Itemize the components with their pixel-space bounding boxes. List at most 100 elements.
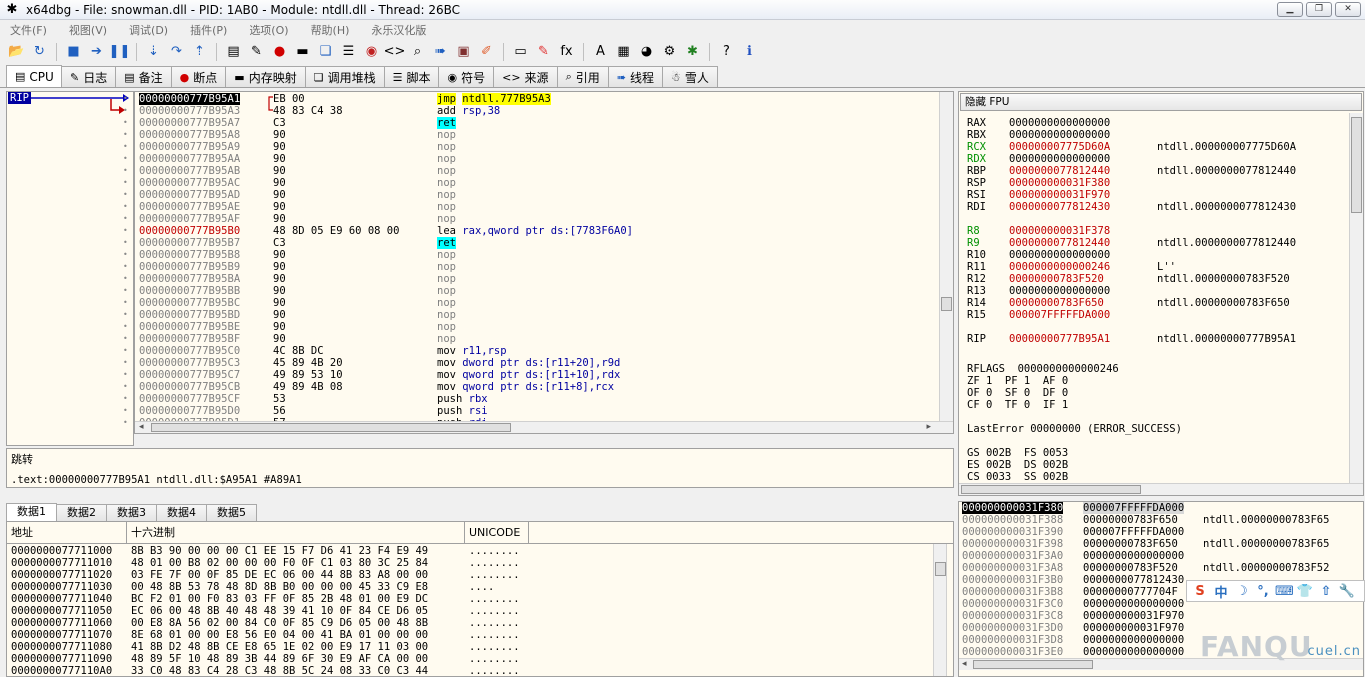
log-button[interactable]: ✎ (246, 41, 267, 62)
step-over-button[interactable]: ↷ (166, 41, 187, 62)
tab-9[interactable]: <> 来源 (493, 66, 558, 87)
settings-button[interactable]: ⚙ (659, 41, 680, 62)
disasm-hscroll-thumb[interactable] (151, 423, 511, 432)
open-button[interactable]: 📂 (6, 41, 27, 62)
disasm-row[interactable]: 00000000777B95BF 90 nop (135, 333, 953, 345)
tab-3[interactable]: ▤ 备注 (115, 66, 172, 87)
dump-row[interactable]: 0000000077711030 00 48 8B 53 78 48 8D 8B … (7, 581, 953, 593)
script-button[interactable]: ☰ (338, 41, 359, 62)
dump-tab-5[interactable]: 数据5 (206, 504, 257, 521)
disasm-row[interactable]: 00000000777B95CB 49 89 4B 08 mov qword ptr… (135, 381, 953, 393)
cpu-button[interactable]: ▤ (223, 41, 244, 62)
register-value[interactable]: 00000000783F520 (1009, 273, 1104, 285)
hide-fpu-button[interactable]: 隐藏 FPU (960, 93, 1362, 111)
tab-2[interactable]: ✎ 日志 (61, 66, 117, 87)
register-row[interactable]: RDX 0000000000000000 (959, 153, 1363, 165)
help-button[interactable]: ? (716, 41, 737, 62)
tab-10[interactable]: ⌕ 引用 (556, 66, 609, 87)
sogou-logo-icon[interactable]: S (1191, 584, 1209, 599)
disassembly-view[interactable]: 00000000777B95A1 EB 00 jmp ntdll.777B95A3 0… (134, 91, 954, 434)
comment-button[interactable]: ✐ (476, 41, 497, 62)
register-row[interactable]: R8 000000000031F378 (959, 225, 1363, 237)
register-value[interactable]: 0000000000000246 (1009, 261, 1110, 273)
step-into-button[interactable]: ⇣ (143, 41, 164, 62)
disasm-row[interactable]: 00000000777B95A1 EB 00 jmp ntdll.777B95A3 (135, 93, 953, 105)
dump-row[interactable]: 0000000077711090 48 89 5F 10 48 89 3B 44 … (7, 653, 953, 665)
calculator-button[interactable]: ▦ (613, 41, 634, 62)
register-value[interactable]: 000007FFFFFDA000 (1009, 309, 1110, 321)
stack-row[interactable]: 000000000031F380 000007FFFFFDA000 (959, 502, 1363, 514)
disasm-row[interactable]: 00000000777B95B0 48 8D 05 E9 60 08 00 lea … (135, 225, 953, 237)
register-value[interactable]: 000000007775D60A (1009, 141, 1110, 153)
disasm-row[interactable]: 00000000777B95B7 C3 ret (135, 237, 953, 249)
register-value[interactable]: 000000000031F378 (1009, 225, 1110, 237)
minimize-button[interactable]: ▁ (1277, 2, 1303, 17)
function-button[interactable]: fx (556, 41, 577, 62)
upload-icon[interactable]: ⇧ (1317, 584, 1335, 599)
disasm-row[interactable]: 00000000777B95AA 90 nop (135, 153, 953, 165)
register-value[interactable]: 0000000000000000 (1009, 117, 1110, 129)
register-value[interactable]: 0000000000000000 (1009, 285, 1110, 297)
disasm-row[interactable]: 00000000777B95A7 C3 ret (135, 117, 953, 129)
dump-row[interactable]: 0000000077711040 BC F2 01 00 F0 83 03 FF … (7, 593, 953, 605)
dump-header-address[interactable]: 地址 (7, 522, 127, 543)
registers-hscroll[interactable] (959, 483, 1363, 495)
tab-6[interactable]: ❏ 调用堆栈 (304, 66, 385, 87)
register-row[interactable]: RSP 000000000031F380 (959, 177, 1363, 189)
dump-row[interactable]: 00000000777110A0 33 C0 48 83 C4 28 C3 48 … (7, 665, 953, 676)
disasm-row[interactable]: 00000000777B95AC 90 nop (135, 177, 953, 189)
disasm-row[interactable]: 00000000777B95AD 90 nop (135, 189, 953, 201)
dump-vscroll[interactable] (933, 544, 947, 676)
disasm-hscroll[interactable]: ◂ ▸ (135, 421, 953, 433)
dump-row[interactable]: 0000000077711000 8B B3 90 00 00 00 C1 EE … (7, 545, 953, 557)
register-value[interactable]: 000000000031F970 (1009, 189, 1110, 201)
tab-12[interactable]: ☃ 雪人 (661, 66, 718, 87)
dump-tab-3[interactable]: 数据3 (106, 504, 157, 521)
font-button[interactable]: A (590, 41, 611, 62)
disasm-vscroll-thumb[interactable] (941, 297, 952, 311)
disasm-row[interactable]: 00000000777B95C0 4C 8B DC mov r11,rsp (135, 345, 953, 357)
punctuation-icon[interactable]: °, (1254, 584, 1272, 599)
register-row[interactable]: RCX 000000007775D60A ntdll.000000007775D60… (959, 141, 1363, 153)
register-row[interactable]: R13 0000000000000000 (959, 285, 1363, 297)
stack-row[interactable]: 000000000031F388 00000000783F650 ntdll.000… (959, 514, 1363, 526)
restart-button[interactable]: ↻ (29, 41, 50, 62)
disasm-row[interactable]: 00000000777B95AF 90 nop (135, 213, 953, 225)
register-value[interactable]: 00000000783F650 (1009, 297, 1104, 309)
register-row[interactable] (959, 213, 1363, 225)
register-row[interactable]: RBP 0000000077812440 ntdll.000000007781244… (959, 165, 1363, 177)
disasm-row[interactable]: 00000000777B95BB 90 nop (135, 285, 953, 297)
register-value[interactable]: 0000000000000000 (1009, 249, 1110, 261)
register-row[interactable]: R14 00000000783F650 ntdll.00000000783F650 (959, 297, 1363, 309)
tab-4[interactable]: ● 断点 (170, 66, 227, 87)
dump-vscroll-thumb[interactable] (935, 562, 946, 576)
disasm-row[interactable]: 00000000777B95BD 90 nop (135, 309, 953, 321)
register-row[interactable]: R10 0000000000000000 (959, 249, 1363, 261)
register-row[interactable]: RSI 000000000031F970 (959, 189, 1363, 201)
dump-tab-4[interactable]: 数据4 (156, 504, 207, 521)
dump-header-hex[interactable]: 十六进制 (127, 522, 465, 543)
pause-button[interactable]: ❚❚ (109, 41, 131, 62)
disasm-row[interactable]: 00000000777B95B9 90 nop (135, 261, 953, 273)
dump-row[interactable]: 0000000077711080 41 8B D2 48 8B CE E8 65 … (7, 641, 953, 653)
menu-view[interactable]: 视图(V) (69, 22, 107, 38)
stack-row[interactable]: 000000000031F3C8 000000000031F970 (959, 610, 1363, 622)
dump-row[interactable]: 0000000077711010 48 01 00 B8 02 00 00 00 … (7, 557, 953, 569)
tab-8[interactable]: ◉ 符号 (438, 66, 495, 87)
menu-options[interactable]: 选项(O) (249, 22, 288, 38)
register-row[interactable]: R9 0000000077812440 ntdll.0000000077812440 (959, 237, 1363, 249)
patch-button[interactable]: ▣ (453, 41, 474, 62)
chinese-mode-icon[interactable]: 中 (1212, 582, 1230, 601)
execute-till-return-button[interactable]: ⇡ (189, 41, 210, 62)
disasm-row[interactable]: 00000000777B95A8 90 nop (135, 129, 953, 141)
register-row[interactable] (959, 345, 1363, 357)
stack-row[interactable]: 000000000031F398 00000000783F650 ntdll.000… (959, 538, 1363, 550)
register-row[interactable] (959, 321, 1363, 333)
register-value[interactable]: 000000000031F380 (1009, 177, 1110, 189)
theme-button[interactable]: ◕ (636, 41, 657, 62)
register-row[interactable]: RDI 0000000077812430 ntdll.000000007781243… (959, 201, 1363, 213)
menu-plugins[interactable]: 插件(P) (190, 22, 227, 38)
disasm-row[interactable]: 00000000777B95BE 90 nop (135, 321, 953, 333)
breakpoint-button[interactable]: ● (269, 41, 290, 62)
menu-debug[interactable]: 调试(D) (129, 22, 168, 38)
